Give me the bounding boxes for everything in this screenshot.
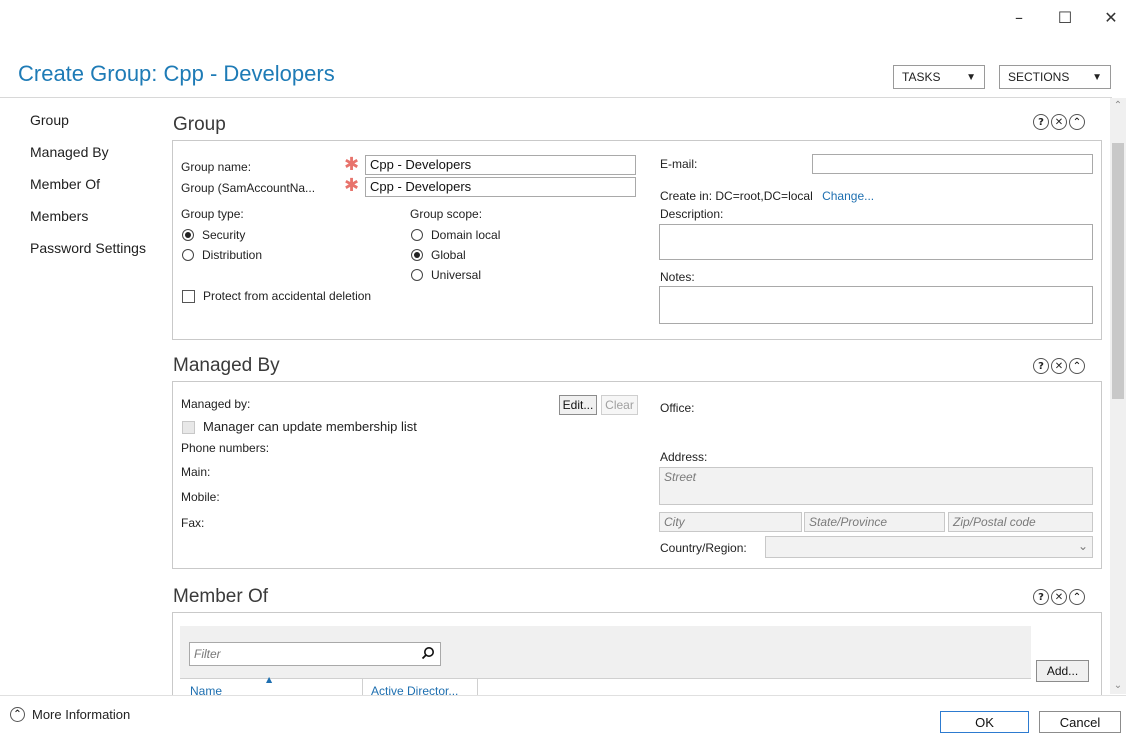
- email-input[interactable]: [812, 154, 1093, 174]
- close-section-icon[interactable]: ✕: [1051, 589, 1067, 605]
- manager-update-checkbox[interactable]: [182, 421, 195, 434]
- global-label: Global: [431, 248, 466, 262]
- distribution-label: Distribution: [202, 248, 263, 262]
- main-phone-label: Main:: [181, 465, 211, 479]
- manager-update-label: Manager can update membership list: [203, 419, 417, 434]
- sidebar-item-member-of[interactable]: Member Of: [30, 176, 146, 208]
- header-divider: [0, 97, 1112, 98]
- sidebar-item-group[interactable]: Group: [30, 112, 146, 144]
- member-of-table-header: [180, 678, 1031, 695]
- scrollbar-thumb[interactable]: [1112, 143, 1124, 399]
- create-in-row: Create in: DC=root,DC=local Change...: [660, 189, 874, 203]
- ok-button[interactable]: OK: [940, 711, 1029, 733]
- group-type-label: Group type:: [181, 207, 244, 221]
- collapse-icon[interactable]: ⌃: [1069, 589, 1085, 605]
- managed-by-section-controls: ? ✕ ⌃: [1033, 358, 1085, 374]
- section-title-managed-by: Managed By: [173, 355, 280, 376]
- radio-security[interactable]: [182, 229, 194, 241]
- more-information-link[interactable]: More Information: [32, 707, 130, 722]
- notes-input[interactable]: [659, 286, 1093, 324]
- section-title-member-of: Member Of: [173, 586, 269, 607]
- country-select: ⌄: [765, 536, 1093, 558]
- sidebar-item-managed-by[interactable]: Managed By: [30, 144, 146, 176]
- notes-label: Notes:: [660, 270, 695, 284]
- universal-label: Universal: [431, 268, 482, 282]
- filter-input[interactable]: Filter: [189, 642, 441, 666]
- scroll-down-icon[interactable]: ⌄: [1110, 678, 1126, 694]
- help-icon[interactable]: ?: [1033, 358, 1049, 374]
- fax-label: Fax:: [181, 516, 205, 530]
- group-scope-label: Group scope:: [410, 207, 483, 221]
- collapse-icon[interactable]: ⌃: [1069, 114, 1085, 130]
- radio-universal[interactable]: [411, 269, 423, 281]
- office-label: Office:: [660, 401, 695, 415]
- security-label: Security: [202, 228, 246, 242]
- sidebar-item-members[interactable]: Members: [30, 208, 146, 240]
- sections-button[interactable]: SECTIONS ▼: [999, 65, 1111, 89]
- help-icon[interactable]: ?: [1033, 114, 1049, 130]
- managed-by-label: Managed by:: [181, 397, 251, 411]
- scroll-up-icon[interactable]: ⌃: [1110, 98, 1126, 114]
- protect-deletion-label: Protect from accidental deletion: [203, 289, 372, 303]
- sam-account-name-input[interactable]: Cpp - Developers: [365, 177, 636, 197]
- filter-placeholder: Filter: [194, 647, 221, 661]
- description-label: Description:: [660, 207, 724, 221]
- street-input: Street: [659, 467, 1093, 505]
- group-name-input[interactable]: Cpp - Developers: [365, 155, 636, 175]
- chevron-down-icon: ⌄: [1077, 539, 1088, 553]
- sidebar-item-password-settings[interactable]: Password Settings: [30, 240, 146, 272]
- cancel-button[interactable]: Cancel: [1039, 711, 1121, 733]
- more-information-icon[interactable]: ⌃: [10, 707, 25, 722]
- group-name-label: Group name:: [181, 160, 252, 174]
- column-divider: [362, 679, 363, 695]
- sam-account-name-label: Group (SamAccountNa...: [181, 181, 316, 195]
- sort-ascending-icon: ▲: [266, 675, 273, 684]
- dropdown-arrow-icon: ▼: [966, 71, 976, 83]
- page-title: Create Group: Cpp - Developers: [18, 61, 335, 86]
- column-divider: [477, 679, 478, 695]
- clear-button[interactable]: Clear: [601, 395, 638, 415]
- radio-distribution[interactable]: [182, 249, 194, 261]
- member-of-section-controls: ? ✕ ⌃: [1033, 589, 1085, 605]
- minimize-button[interactable]: –: [996, 8, 1042, 32]
- close-window-button[interactable]: ✕: [1088, 8, 1126, 32]
- close-section-icon[interactable]: ✕: [1051, 358, 1067, 374]
- state-input: State/Province: [804, 512, 945, 532]
- radio-domain-local[interactable]: [411, 229, 423, 241]
- close-section-icon[interactable]: ✕: [1051, 114, 1067, 130]
- tasks-label: TASKS: [902, 70, 941, 84]
- phone-numbers-label: Phone numbers:: [181, 441, 270, 455]
- zip-input: Zip/Postal code: [948, 512, 1093, 532]
- add-button[interactable]: Add...: [1036, 660, 1089, 682]
- edit-button[interactable]: Edit...: [559, 395, 597, 415]
- tasks-button[interactable]: TASKS ▼: [893, 65, 985, 89]
- email-label: E-mail:: [660, 157, 698, 171]
- change-link[interactable]: Change...: [822, 189, 874, 203]
- footer-divider: [0, 695, 1126, 696]
- required-icon: ✱: [344, 154, 360, 175]
- city-input: City: [659, 512, 802, 532]
- create-in-label: Create in:: [660, 189, 713, 203]
- domain-local-label: Domain local: [431, 228, 501, 242]
- required-icon: ✱: [344, 175, 360, 196]
- dropdown-arrow-icon: ▼: [1092, 71, 1102, 83]
- description-input[interactable]: [659, 224, 1093, 260]
- radio-global[interactable]: [411, 249, 423, 261]
- protect-deletion-checkbox[interactable]: [182, 290, 195, 303]
- section-title-group: Group: [173, 114, 226, 135]
- search-icon[interactable]: [421, 646, 435, 660]
- sidebar: Group Managed By Member Of Members Passw…: [30, 112, 146, 272]
- help-icon[interactable]: ?: [1033, 589, 1049, 605]
- collapse-icon[interactable]: ⌃: [1069, 358, 1085, 374]
- country-label: Country/Region:: [660, 541, 747, 555]
- create-in-value: DC=root,DC=local: [715, 189, 813, 203]
- maximize-button[interactable]: ☐: [1042, 8, 1088, 32]
- sections-label: SECTIONS: [1008, 70, 1070, 84]
- group-section-controls: ? ✕ ⌃: [1033, 114, 1085, 130]
- mobile-phone-label: Mobile:: [181, 490, 220, 504]
- address-label: Address:: [660, 450, 708, 464]
